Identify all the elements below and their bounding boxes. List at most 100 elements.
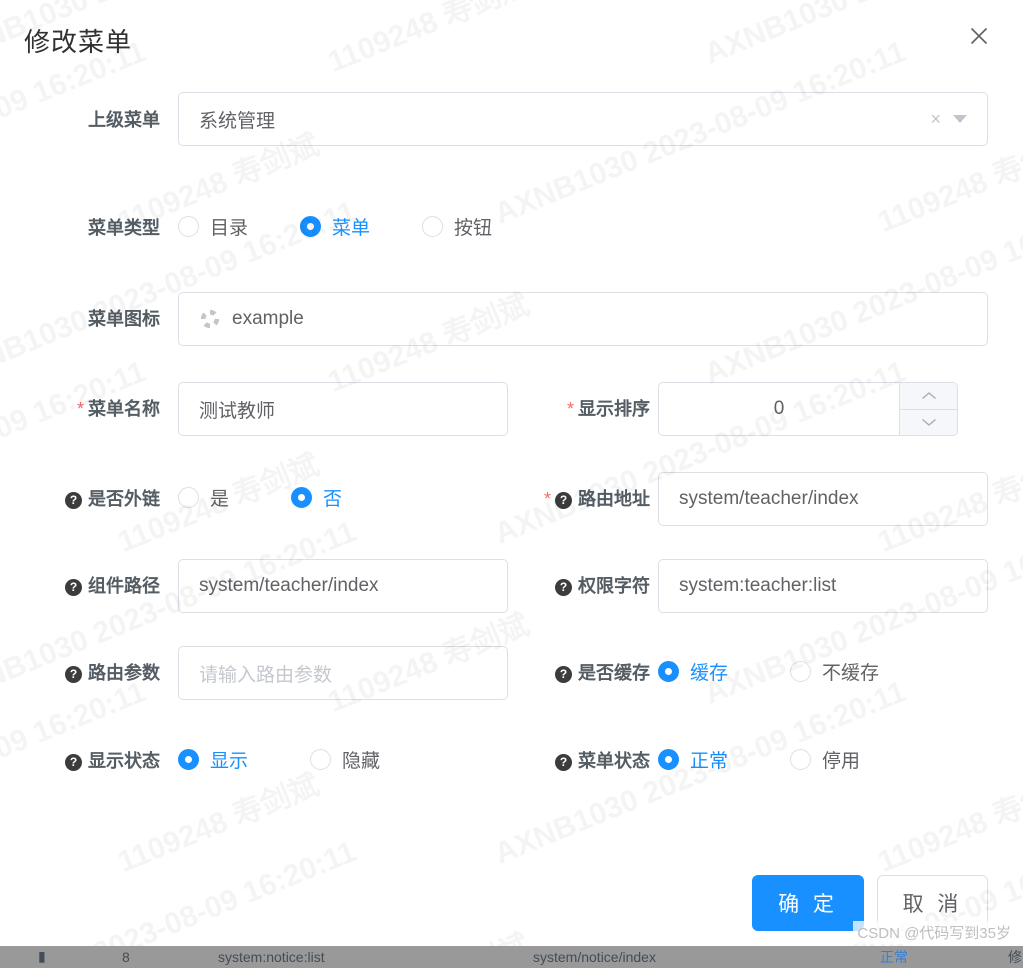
- radio-label: 目录: [210, 218, 249, 239]
- required-marker: *: [543, 489, 551, 509]
- form-row-name-order: * 菜单名称 测试教师 * 显示排序 0: [0, 366, 1023, 450]
- dialog-header: 修改菜单: [0, 0, 1023, 78]
- radio-dot-icon: [658, 661, 679, 682]
- page-title: 修改菜单: [24, 27, 133, 57]
- permission-key-input[interactable]: system:teacher:list: [658, 559, 988, 613]
- help-icon[interactable]: ?: [555, 754, 572, 771]
- radio-label: 菜单: [332, 218, 371, 239]
- menu-type-radio-group: 目录 菜单 按钮: [178, 213, 492, 240]
- radio-label: 停用: [822, 751, 861, 772]
- radio-label: 按钮: [454, 218, 493, 239]
- help-icon[interactable]: ?: [555, 492, 572, 509]
- is-external-option-no[interactable]: 否: [291, 484, 342, 511]
- radio-label: 隐藏: [342, 751, 381, 772]
- row-path: system/notice/index: [533, 948, 656, 965]
- parent-menu-value: 系统管理: [199, 110, 276, 132]
- chevron-down-icon[interactable]: [953, 115, 967, 123]
- radio-dot-icon: [291, 487, 313, 508]
- form-row-external-route: ? 是否外链 是 否 *? 路由地址 system/teacher/index: [0, 456, 1023, 540]
- row-permission: system:notice:list: [218, 948, 325, 965]
- permission-key-value: system:teacher:list: [679, 575, 837, 596]
- display-order-value[interactable]: 0: [659, 383, 899, 435]
- radio-label: 是: [210, 489, 230, 510]
- parent-menu-select[interactable]: 系统管理 ×: [178, 92, 988, 146]
- row-checkbox-icon: ▮: [38, 948, 46, 964]
- route-params-label: ? 路由参数: [0, 658, 160, 688]
- route-path-value: system/teacher/index: [679, 488, 859, 509]
- radio-label: 缓存: [690, 663, 729, 684]
- menu-type-option-directory[interactable]: 目录: [178, 213, 248, 240]
- component-path-value: system/teacher/index: [199, 575, 379, 596]
- visible-state-option-show[interactable]: 显示: [178, 746, 248, 773]
- is-cache-label: ? 是否缓存: [490, 658, 650, 688]
- row-number: 8: [122, 948, 130, 965]
- help-icon[interactable]: ?: [555, 579, 572, 596]
- radio-dot-icon: [422, 216, 444, 237]
- radio-label: 否: [323, 489, 343, 510]
- radio-dot-icon: [658, 749, 679, 770]
- parent-menu-label: 上级菜单: [88, 110, 160, 130]
- row-state: 正常: [880, 948, 908, 965]
- help-icon[interactable]: ?: [65, 666, 82, 683]
- component-path-label: ? 组件路径: [0, 571, 160, 601]
- row-action: 修: [1008, 948, 1022, 965]
- edit-menu-dialog: 修改菜单 AXNB1030 2023-08-09 16:20:111109248…: [0, 0, 1023, 946]
- form-row-visible-state: ? 显示状态 显示 隐藏 ? 菜单状态 正常 停用: [0, 718, 1023, 788]
- menu-name-input[interactable]: 测试教师: [178, 382, 508, 436]
- menu-state-option-disabled[interactable]: 停用: [790, 746, 860, 773]
- is-cache-option-cache[interactable]: 缓存: [658, 658, 728, 685]
- help-icon[interactable]: ?: [65, 754, 82, 771]
- help-icon[interactable]: ?: [555, 666, 572, 683]
- radio-dot-icon: [178, 216, 199, 237]
- clear-icon[interactable]: ×: [930, 110, 941, 128]
- example-ring-icon: [200, 309, 220, 329]
- display-order-label: * 显示排序: [566, 399, 650, 419]
- help-icon[interactable]: ?: [65, 579, 82, 596]
- menu-state-radio-group: 正常 停用: [658, 746, 860, 773]
- chevron-up-icon[interactable]: [900, 383, 957, 410]
- required-marker: *: [566, 399, 574, 419]
- menu-icon-label: 菜单图标: [88, 309, 160, 329]
- form-row-menu-type: 菜单类型 目录 菜单 按钮: [0, 198, 1023, 258]
- menu-state-label: ? 菜单状态: [490, 746, 650, 776]
- menu-state-option-normal[interactable]: 正常: [658, 746, 728, 773]
- screen: ▮ 8 system:notice:list system/notice/ind…: [0, 0, 1023, 968]
- menu-type-option-menu[interactable]: 菜单: [300, 213, 370, 240]
- form-row-component-permission: ? 组件路径 system/teacher/index ? 权限字符 system:…: [0, 543, 1023, 627]
- menu-icon-value: example: [232, 308, 304, 329]
- is-external-option-yes[interactable]: 是: [178, 484, 229, 511]
- radio-label: 不缓存: [822, 663, 880, 684]
- component-path-input[interactable]: system/teacher/index: [178, 559, 508, 613]
- permission-key-label: ? 权限字符: [490, 571, 650, 601]
- menu-type-option-button[interactable]: 按钮: [422, 213, 492, 240]
- route-path-input[interactable]: system/teacher/index: [658, 472, 988, 526]
- display-order-stepper[interactable]: 0: [658, 382, 958, 436]
- chevron-down-icon[interactable]: [900, 410, 957, 436]
- route-params-input[interactable]: 请输入路由参数: [178, 646, 508, 700]
- menu-icon-input[interactable]: example: [178, 292, 988, 346]
- visible-state-label: ? 显示状态: [0, 746, 160, 776]
- route-path-label: *? 路由地址: [543, 489, 650, 509]
- form-row-parent-menu: 上级菜单 系统管理 ×: [0, 78, 1023, 162]
- is-cache-option-nocache[interactable]: 不缓存: [790, 658, 879, 685]
- radio-dot-icon: [300, 216, 322, 237]
- radio-dot-icon: [790, 749, 812, 770]
- radio-dot-icon: [790, 661, 812, 682]
- confirm-button[interactable]: 确 定: [752, 875, 864, 931]
- form-row-menu-icon: 菜单图标 example: [0, 276, 1023, 360]
- route-params-placeholder: 请输入路由参数: [199, 664, 333, 686]
- menu-type-label: 菜单类型: [88, 218, 160, 238]
- form-row-params-cache: ? 路由参数 请输入路由参数 ? 是否缓存 缓存 不缓存: [0, 630, 1023, 714]
- radio-label: 正常: [690, 751, 729, 772]
- radio-label: 显示: [210, 751, 249, 772]
- help-icon[interactable]: ?: [65, 492, 82, 509]
- radio-dot-icon: [178, 749, 199, 770]
- close-icon[interactable]: [965, 22, 993, 50]
- required-marker: *: [76, 399, 84, 419]
- radio-dot-icon: [178, 487, 199, 508]
- menu-name-label: * 菜单名称: [76, 399, 160, 419]
- visible-state-radio-group: 显示 隐藏: [178, 746, 380, 773]
- radio-dot-icon: [310, 749, 332, 770]
- menu-name-value: 测试教师: [199, 400, 276, 422]
- visible-state-option-hide[interactable]: 隐藏: [310, 746, 380, 773]
